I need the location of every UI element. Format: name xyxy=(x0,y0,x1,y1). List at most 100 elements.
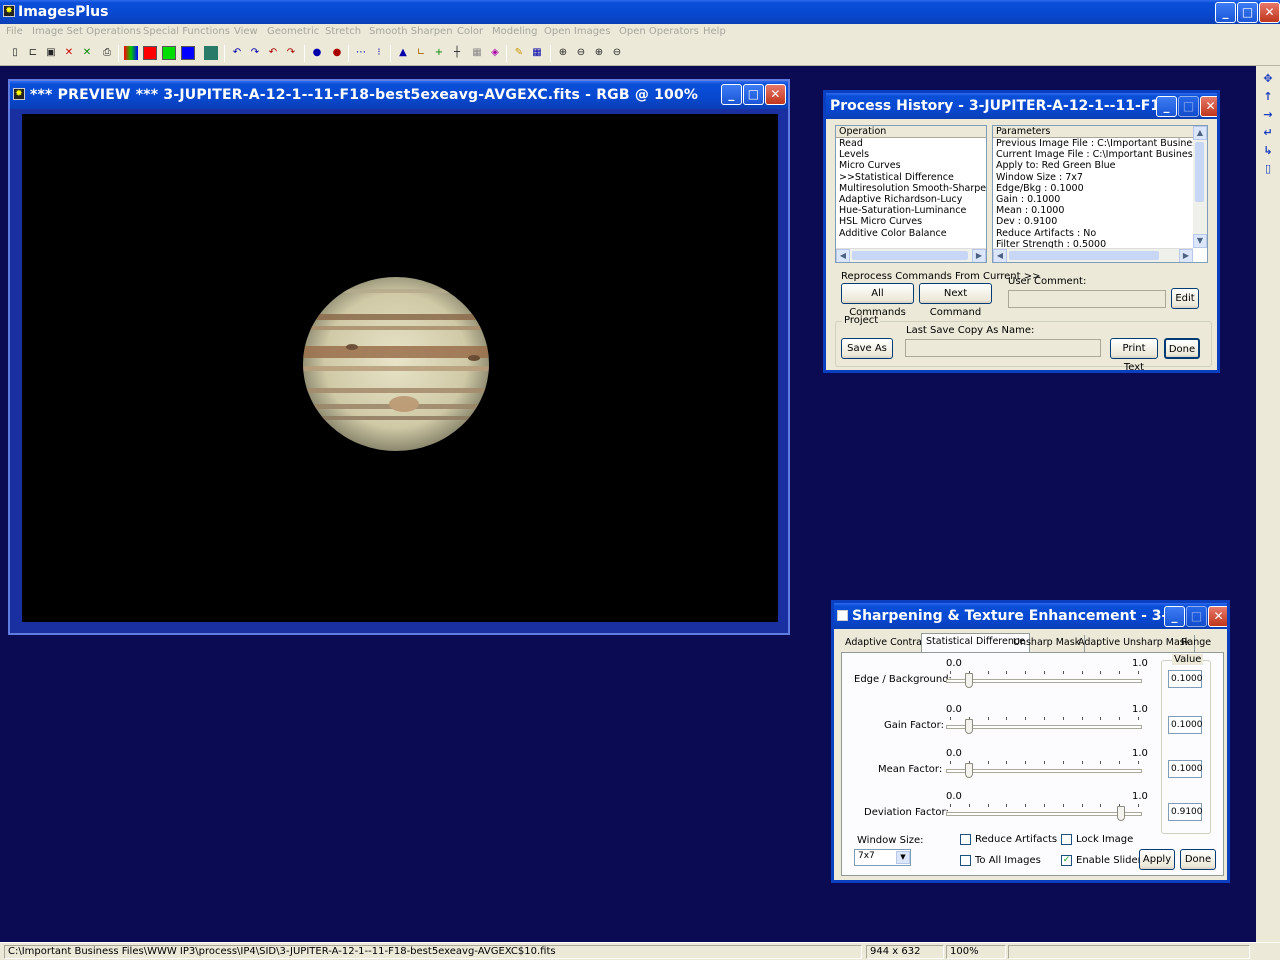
slider-track[interactable] xyxy=(946,679,1142,683)
scroll-left-icon[interactable]: ◀ xyxy=(836,249,850,262)
operation-hscroll[interactable]: ◀ ▶ xyxy=(836,248,986,262)
slider-track[interactable] xyxy=(946,725,1142,729)
history-done-button[interactable]: Done xyxy=(1164,338,1200,359)
dotted-line-icon[interactable]: ⋯ xyxy=(354,46,368,60)
maximize-button[interactable]: □ xyxy=(1237,2,1258,23)
arrow-right-icon[interactable]: → xyxy=(1261,108,1275,122)
sharpen-maximize-button[interactable]: □ xyxy=(1186,606,1207,627)
operation-row[interactable]: Levels xyxy=(836,149,986,160)
scroll-up-icon[interactable]: ▲ xyxy=(1193,126,1207,140)
history-minimize-button[interactable]: _ xyxy=(1156,96,1177,117)
undo-icon[interactable]: ↶ xyxy=(230,46,244,60)
operation-row[interactable]: Additive Color Balance xyxy=(836,228,986,239)
print-icon[interactable]: ⎙ xyxy=(100,46,114,60)
operation-row[interactable]: HSL Micro Curves xyxy=(836,216,986,227)
marker-red-icon[interactable]: ● xyxy=(330,46,344,60)
redo-all-icon[interactable]: ↷ xyxy=(284,46,298,60)
preview-maximize-button[interactable]: □ xyxy=(743,84,764,105)
sharpen-minimize-button[interactable]: _ xyxy=(1164,606,1185,627)
menu-file[interactable]: File xyxy=(6,26,23,37)
scroll-down-icon[interactable]: ▼ xyxy=(1193,234,1207,248)
arrow-up-icon[interactable]: ↑ xyxy=(1261,90,1275,104)
menu-image-set-operations[interactable]: Image Set Operations xyxy=(32,26,141,37)
tab-range[interactable]: Range xyxy=(1177,635,1215,652)
menu-modeling[interactable]: Modeling xyxy=(492,26,538,37)
operation-row[interactable]: >>Statistical Difference xyxy=(836,172,986,183)
last-save-field[interactable] xyxy=(905,339,1101,357)
slider-track[interactable] xyxy=(946,812,1142,816)
zoom-in-icon[interactable]: ⊕ xyxy=(556,46,570,60)
lock-image-checkbox[interactable] xyxy=(1061,834,1072,845)
preview-minimize-button[interactable]: _ xyxy=(721,84,742,105)
parameters-list[interactable]: Parameters Previous Image File : C:\Impo… xyxy=(992,125,1208,263)
operation-row[interactable]: Micro Curves xyxy=(836,160,986,171)
zoom-fit-icon[interactable]: ⊕ xyxy=(592,46,606,60)
crop-icon[interactable]: ┼ xyxy=(450,46,464,60)
parameters-vscroll[interactable]: ▲ ▼ xyxy=(1193,126,1207,248)
to-all-images-checkbox[interactable] xyxy=(960,855,971,866)
crosshair-icon[interactable]: + xyxy=(432,46,446,60)
scroll-left-icon[interactable]: ◀ xyxy=(993,249,1007,262)
next-command-button[interactable]: Next Command xyxy=(919,283,992,318)
save-as-button[interactable]: Save As xyxy=(841,338,893,359)
zoom-out-icon[interactable]: ⊖ xyxy=(574,46,588,60)
image-canvas[interactable] xyxy=(22,114,778,622)
menu-open-operators[interactable]: Open Operators xyxy=(619,26,699,37)
edit-button[interactable]: Edit xyxy=(1171,288,1199,309)
slider-value-field[interactable]: 0.1000 xyxy=(1168,760,1203,778)
undo-all-icon[interactable]: ↶ xyxy=(266,46,280,60)
minimize-button[interactable]: _ xyxy=(1215,2,1236,23)
arrow-left-turn-icon[interactable]: ↵ xyxy=(1261,126,1275,140)
menu-special-functions[interactable]: Special Functions xyxy=(143,26,230,37)
chevron-down-icon[interactable]: ▼ xyxy=(896,851,910,864)
sharpen-close-button[interactable]: ✕ xyxy=(1208,606,1227,627)
all-commands-button[interactable]: All Commands xyxy=(841,283,914,318)
slider-track[interactable] xyxy=(946,769,1142,773)
sharpen-done-button[interactable]: Done xyxy=(1180,849,1216,870)
arrow-down-turn-icon[interactable]: ↳ xyxy=(1261,144,1275,158)
preview-close-button[interactable]: ✕ xyxy=(765,84,786,105)
fit-window-icon[interactable]: ▯ xyxy=(1261,162,1275,176)
print-text-button[interactable]: Print Text xyxy=(1110,338,1158,373)
close-all-icon[interactable]: ✕ xyxy=(80,46,94,60)
histogram-icon[interactable]: ▲ xyxy=(396,46,410,60)
grid-icon[interactable]: ▦ xyxy=(470,46,484,60)
window-size-select[interactable]: 7x7 ▼ xyxy=(854,849,911,866)
marker-blue-icon[interactable]: ● xyxy=(310,46,324,60)
scroll-right-icon[interactable]: ▶ xyxy=(972,249,986,262)
green-channel-icon[interactable] xyxy=(162,46,176,60)
apply-button[interactable]: Apply xyxy=(1139,849,1175,870)
save-icon[interactable]: ▣ xyxy=(44,46,58,60)
blue-channel-icon[interactable] xyxy=(181,46,195,60)
parameters-hscroll[interactable]: ◀ ▶ xyxy=(993,248,1193,262)
operation-row[interactable]: Hue-Saturation-Luminance xyxy=(836,205,986,216)
open-icon[interactable]: ⊏ xyxy=(26,46,40,60)
pencil-icon[interactable]: ✎ xyxy=(512,46,526,60)
menu-view[interactable]: View xyxy=(234,26,258,37)
menu-stretch[interactable]: Stretch xyxy=(325,26,361,37)
redo-icon[interactable]: ↷ xyxy=(248,46,262,60)
scroll-right-icon[interactable]: ▶ xyxy=(1179,249,1193,262)
enable-sliders-checkbox[interactable]: ✓ xyxy=(1061,855,1072,866)
new-icon[interactable]: ▯ xyxy=(8,46,22,60)
menu-help[interactable]: Help xyxy=(703,26,726,37)
operation-row[interactable]: Read xyxy=(836,138,986,149)
rgb-channels-icon[interactable] xyxy=(124,46,138,60)
paint-icon[interactable]: ◈ xyxy=(488,46,502,60)
menu-geometric[interactable]: Geometric xyxy=(267,26,319,37)
move-icon[interactable]: ✥ xyxy=(1261,72,1275,86)
operation-list[interactable]: Operation Read Levels Micro Curves >>Sta… xyxy=(835,125,987,263)
user-comment-field[interactable] xyxy=(1008,290,1166,308)
grayscale-icon[interactable] xyxy=(204,46,218,60)
close-image-icon[interactable]: ✕ xyxy=(62,46,76,60)
history-close-button[interactable]: ✕ xyxy=(1200,96,1217,117)
slider-thumb[interactable] xyxy=(964,763,973,778)
menu-smooth-sharpen[interactable]: Smooth Sharpen xyxy=(369,26,453,37)
slider-value-field[interactable]: 0.1000 xyxy=(1168,670,1203,688)
slider-value-field[interactable]: 0.9100 xyxy=(1168,803,1203,821)
desktop-vertical-scrollbar[interactable] xyxy=(1256,180,1280,942)
menu-color[interactable]: Color xyxy=(457,26,483,37)
slider-thumb[interactable] xyxy=(964,673,973,688)
zoom-actual-icon[interactable]: ⊖ xyxy=(610,46,624,60)
slider-value-field[interactable]: 0.1000 xyxy=(1168,716,1203,734)
